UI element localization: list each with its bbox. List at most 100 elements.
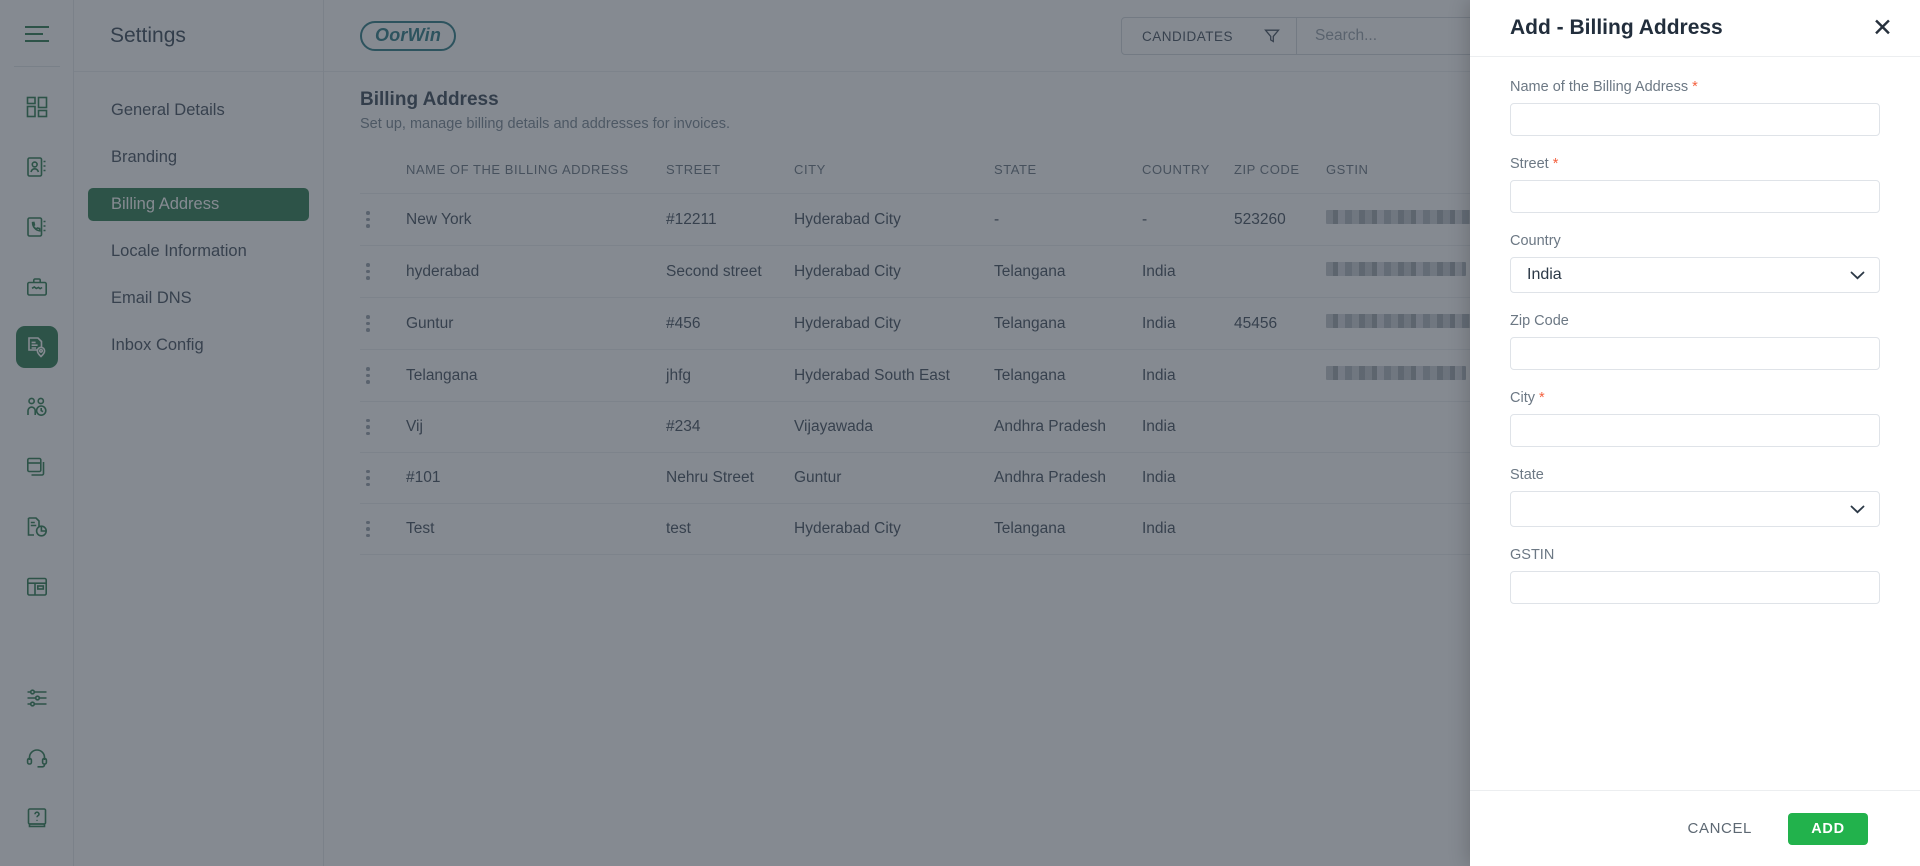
settings-navigation-pane: Settings General Details Branding Billin… <box>74 0 324 866</box>
zip-code-input[interactable] <box>1510 337 1880 370</box>
row-menu-cell[interactable] <box>360 193 406 246</box>
search-category-dropdown[interactable]: CANDIDATES <box>1122 18 1297 54</box>
kebab-menu-icon[interactable] <box>360 263 406 280</box>
column-header-street[interactable]: STREET <box>666 148 794 194</box>
cell-state: Andhra Pradesh <box>994 452 1142 504</box>
cell-zip: 45456 <box>1234 297 1326 350</box>
row-menu-cell[interactable] <box>360 349 406 402</box>
settings-item-inbox-config[interactable]: Inbox Config <box>88 329 309 362</box>
row-menu-cell[interactable] <box>360 245 406 298</box>
column-header-city[interactable]: CITY <box>794 148 994 194</box>
filter-funnel-icon[interactable] <box>1264 28 1280 44</box>
phone-book-icon <box>26 216 48 238</box>
column-header-country[interactable]: COUNTRY <box>1142 148 1234 194</box>
sidebar-item-jobs[interactable] <box>15 326 58 368</box>
sidebar-item-contacts[interactable] <box>16 146 58 188</box>
settings-sliders-icon <box>26 688 48 708</box>
state-select[interactable] <box>1510 491 1880 527</box>
hamburger-menu-icon[interactable] <box>15 14 59 54</box>
field-label-text: GSTIN <box>1510 547 1555 563</box>
settings-item-label: General Details <box>111 101 225 119</box>
settings-item-billing-address[interactable]: Billing Address <box>88 188 309 221</box>
brand-logo[interactable]: OorWin <box>324 20 574 51</box>
cell-state: Andhra Pradesh <box>994 401 1142 453</box>
row-menu-cell[interactable] <box>360 452 406 504</box>
name-of-billing-address-input[interactable] <box>1510 103 1880 136</box>
settings-item-general-details[interactable]: General Details <box>88 94 309 127</box>
cancel-button[interactable]: CANCEL <box>1674 812 1766 845</box>
settings-item-label: Branding <box>111 148 178 166</box>
kebab-menu-icon[interactable] <box>360 520 406 538</box>
sidebar-item-calls[interactable] <box>16 206 58 248</box>
sidebar-item-support[interactable] <box>16 737 58 779</box>
row-menu-cell[interactable] <box>360 401 406 453</box>
settings-item-label: Locale Information <box>111 242 247 260</box>
cell-country: India <box>1142 245 1234 298</box>
kebab-menu-icon[interactable] <box>360 367 406 384</box>
settings-item-label: Billing Address <box>111 195 220 213</box>
column-header-name[interactable]: NAME OF THE BILLING ADDRESS <box>406 148 666 194</box>
field-city: City * <box>1510 390 1880 447</box>
cell-city: Hyderabad South East <box>794 349 994 402</box>
cell-zip <box>1234 452 1326 504</box>
kebab-menu-icon[interactable] <box>360 315 406 332</box>
required-asterisk: * <box>1552 156 1559 172</box>
sidebar-item-dashboard[interactable] <box>16 86 58 128</box>
settings-item-locale-information[interactable]: Locale Information <box>88 235 309 268</box>
cell-street: #234 <box>666 401 794 453</box>
chevron-down-icon <box>1850 271 1865 280</box>
column-header-state[interactable]: STATE <box>994 148 1142 194</box>
row-menu-cell[interactable] <box>360 297 406 350</box>
cell-name: #101 <box>406 452 666 504</box>
cell-state: Telangana <box>994 503 1142 555</box>
people-time-icon <box>26 396 48 418</box>
field-country: Country India <box>1510 233 1880 293</box>
sidebar-item-layers[interactable] <box>16 446 58 488</box>
add-submit-button[interactable]: ADD <box>1788 812 1868 845</box>
redacted-gstin <box>1326 210 1476 224</box>
field-label: Name of the Billing Address * <box>1510 79 1880 95</box>
report-chart-icon <box>26 516 48 538</box>
sidebar-item-help[interactable] <box>16 797 58 839</box>
cell-city: Hyderabad City <box>794 193 994 246</box>
headset-support-icon <box>26 747 48 769</box>
field-label: State <box>1510 467 1880 483</box>
field-label: Country <box>1510 233 1880 249</box>
country-select[interactable]: India <box>1510 257 1880 293</box>
kebab-menu-icon[interactable] <box>360 469 406 487</box>
column-header-menu <box>360 148 406 194</box>
kebab-menu-icon[interactable] <box>360 211 406 228</box>
sidebar-item-timesheets[interactable] <box>16 386 58 428</box>
column-header-zip[interactable]: ZIP CODE <box>1234 148 1326 194</box>
cell-city: Hyderabad City <box>794 297 994 350</box>
gstin-input[interactable] <box>1510 571 1880 604</box>
rail-bottom-group <box>16 668 58 866</box>
brand-logo-text: OorWin <box>360 20 457 51</box>
sidebar-item-deals[interactable] <box>16 266 58 308</box>
sidebar-item-reports[interactable] <box>16 506 58 548</box>
cell-zip <box>1234 349 1326 402</box>
sidebar-item-preferences[interactable] <box>16 677 58 719</box>
field-label-text: State <box>1510 467 1544 483</box>
settings-item-email-dns[interactable]: Email DNS <box>88 282 309 315</box>
primary-icon-rail <box>0 0 74 866</box>
contacts-book-icon <box>26 156 48 178</box>
cell-zip <box>1234 245 1326 298</box>
drawer-form-body: Name of the Billing Address * Street * C… <box>1470 57 1920 790</box>
cell-country: - <box>1142 193 1234 246</box>
city-input[interactable] <box>1510 414 1880 447</box>
cell-street: test <box>666 503 794 555</box>
cell-country: India <box>1142 452 1234 504</box>
cell-street: #456 <box>666 297 794 350</box>
country-selected-value: India <box>1527 266 1562 283</box>
close-x-icon[interactable]: ✕ <box>1872 15 1893 41</box>
field-name-of-billing-address: Name of the Billing Address * <box>1510 79 1880 136</box>
street-input[interactable] <box>1510 180 1880 213</box>
settings-item-branding[interactable]: Branding <box>88 141 309 174</box>
cell-city: Vijayawada <box>794 401 994 453</box>
kebab-menu-icon[interactable] <box>360 418 406 436</box>
field-label-text: City <box>1510 390 1535 406</box>
row-menu-cell[interactable] <box>360 503 406 555</box>
cell-zip <box>1234 503 1326 555</box>
sidebar-item-panels[interactable] <box>16 566 58 608</box>
